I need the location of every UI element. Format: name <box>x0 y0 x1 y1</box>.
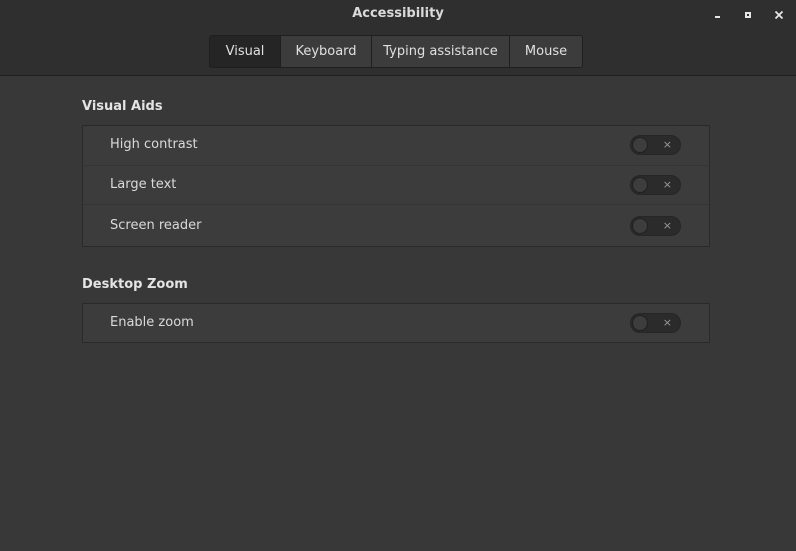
minimize-icon <box>715 16 720 18</box>
switch-off-icon: × <box>662 178 672 191</box>
high-contrast-label: High contrast <box>110 137 198 152</box>
switch-knob <box>632 315 648 331</box>
switch-off-icon: × <box>662 219 672 232</box>
switch-off-icon: × <box>662 316 672 329</box>
high-contrast-row: High contrast × <box>83 126 709 165</box>
screen-reader-label: Screen reader <box>110 218 202 233</box>
close-icon <box>774 10 784 20</box>
high-contrast-switch[interactable]: × <box>630 135 681 155</box>
header-bar: Visual Keyboard Typing assistance Mouse <box>0 30 796 76</box>
tab-switcher: Visual Keyboard Typing assistance Mouse <box>209 35 583 68</box>
desktop-zoom-panel: Enable zoom × <box>82 303 710 343</box>
window-title: Accessibility <box>352 6 444 21</box>
close-button[interactable] <box>771 7 787 23</box>
enable-zoom-row: Enable zoom × <box>83 304 709 343</box>
minimize-button[interactable] <box>710 7 726 23</box>
desktop-zoom-heading: Desktop Zoom <box>82 277 188 292</box>
accessibility-window: Accessibility Visual Keyboard Typing ass… <box>0 0 796 551</box>
enable-zoom-label: Enable zoom <box>110 315 194 330</box>
maximize-button[interactable] <box>740 7 756 23</box>
large-text-label: Large text <box>110 177 177 192</box>
large-text-switch[interactable]: × <box>630 175 681 195</box>
tab-visual[interactable]: Visual <box>210 36 280 67</box>
large-text-row: Large text × <box>83 165 709 204</box>
title-bar: Accessibility <box>0 0 796 30</box>
switch-knob <box>632 177 648 193</box>
tab-keyboard[interactable]: Keyboard <box>280 36 371 67</box>
tab-mouse[interactable]: Mouse <box>509 36 582 67</box>
switch-knob <box>632 218 648 234</box>
visual-aids-panel: High contrast × Large text × Screen read… <box>82 125 710 247</box>
maximize-icon <box>745 12 751 18</box>
visual-aids-heading: Visual Aids <box>82 99 163 114</box>
screen-reader-row: Screen reader × <box>83 204 709 246</box>
tab-typing-assistance[interactable]: Typing assistance <box>371 36 509 67</box>
screen-reader-switch[interactable]: × <box>630 216 681 236</box>
switch-off-icon: × <box>662 138 672 151</box>
switch-knob <box>632 137 648 153</box>
enable-zoom-switch[interactable]: × <box>630 313 681 333</box>
